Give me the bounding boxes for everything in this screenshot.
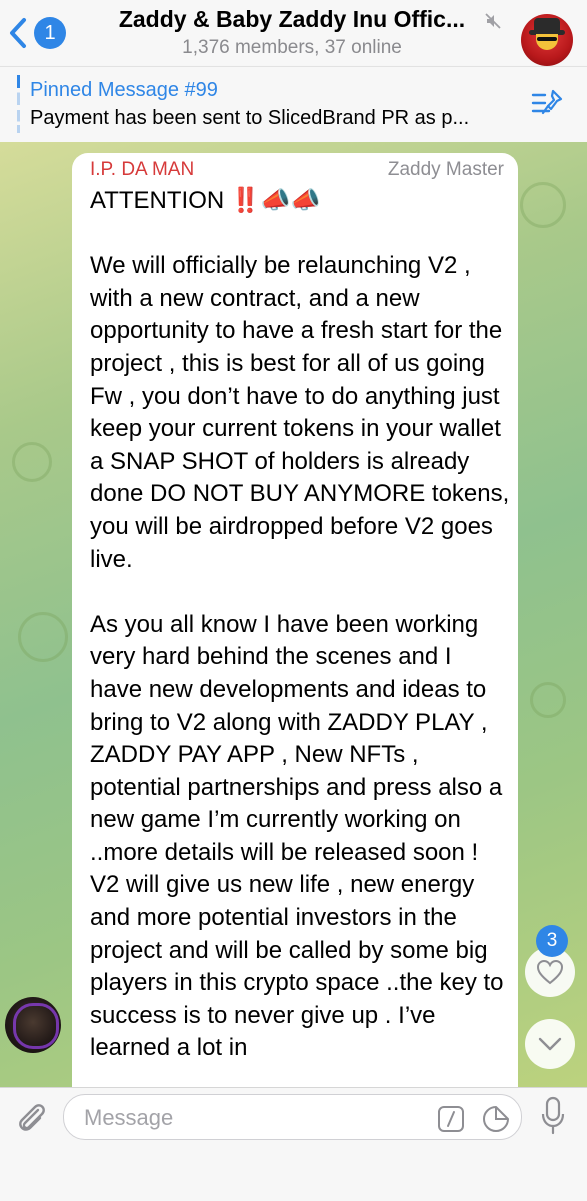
- chat-subtitle: 1,376 members, 37 online: [182, 37, 402, 58]
- wallpaper-doodle: [520, 182, 566, 228]
- sticker-icon[interactable]: [481, 1104, 511, 1134]
- paperclip-icon[interactable]: [14, 1098, 48, 1136]
- avatar-glow-shape: [13, 1003, 59, 1049]
- sender-name[interactable]: I.P. DA MAN: [90, 159, 194, 181]
- message-input[interactable]: Message: [63, 1094, 522, 1140]
- message-text: ATTENTION ‼️📣📣 We will officially be rel…: [90, 187, 510, 1062]
- chevron-left-icon: [10, 18, 26, 48]
- scroll-down-button[interactable]: [525, 1019, 575, 1069]
- wallpaper-doodle: [530, 682, 566, 718]
- pinned-title: Pinned Message #99: [30, 79, 218, 101]
- wallpaper-doodle: [18, 612, 68, 662]
- glasses-shape: [537, 37, 557, 41]
- unread-badge: 1: [34, 17, 66, 49]
- pinned-indicator: [17, 75, 20, 133]
- pinned-text: Payment has been sent to SlicedBrand PR …: [30, 107, 470, 129]
- chat-area[interactable]: I.P. DA MAN Zaddy Master ATTENTION ‼️📣📣 …: [0, 142, 587, 1087]
- reactions-count-badge: 3: [536, 925, 568, 957]
- message-bubble[interactable]: I.P. DA MAN Zaddy Master ATTENTION ‼️📣📣 …: [72, 153, 518, 1087]
- back-button[interactable]: 1: [6, 14, 66, 52]
- chevron-down-icon: [538, 1037, 562, 1051]
- composer-bar: Message: [0, 1087, 587, 1201]
- mute-icon: [485, 13, 501, 29]
- chat-title[interactable]: Zaddy & Baby Zaddy Inu Offic...: [92, 6, 492, 33]
- microphone-icon[interactable]: [540, 1096, 566, 1136]
- bot-command-icon[interactable]: [437, 1105, 465, 1133]
- pinned-message-bar[interactable]: Pinned Message #99 Payment has been sent…: [0, 66, 587, 143]
- pin-list-icon[interactable]: [531, 87, 567, 121]
- chat-header: 1 Zaddy & Baby Zaddy Inu Offic... 1,376 …: [0, 0, 587, 66]
- sender-avatar[interactable]: [5, 997, 61, 1053]
- sender-role: Zaddy Master: [387, 159, 504, 180]
- group-avatar[interactable]: [521, 14, 573, 66]
- wallpaper-doodle: [12, 442, 52, 482]
- heart-icon: [536, 959, 564, 985]
- message-placeholder: Message: [84, 1105, 174, 1130]
